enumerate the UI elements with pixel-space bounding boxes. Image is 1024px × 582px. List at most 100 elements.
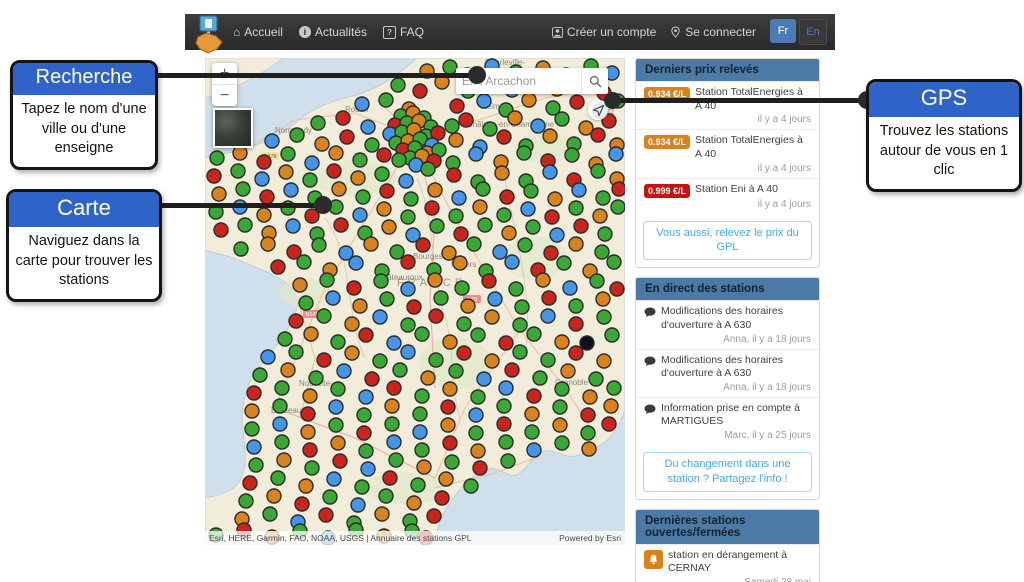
station-marker[interactable] [401,318,415,332]
station-marker[interactable] [415,443,429,457]
station-marker[interactable] [499,435,513,449]
station-marker[interactable] [501,454,515,468]
station-marker[interactable] [297,255,311,269]
station-marker[interactable] [327,472,341,486]
station-marker[interactable] [247,386,261,400]
station-marker[interactable] [413,84,427,98]
station-marker[interactable] [238,218,252,232]
station-marker[interactable] [459,113,473,127]
station-marker[interactable] [553,418,567,432]
station-marker[interactable] [271,471,285,485]
station-marker[interactable] [597,354,611,368]
station-marker[interactable] [561,364,575,378]
station-marker[interactable] [449,133,463,147]
station-marker[interactable] [524,184,538,198]
station-marker[interactable] [485,354,499,368]
station-marker[interactable] [375,507,389,521]
station-marker[interactable] [323,490,337,504]
station-marker[interactable] [210,151,224,165]
station-marker[interactable] [231,164,245,178]
station-marker[interactable] [382,220,396,234]
station-marker[interactable] [309,371,323,385]
station-marker[interactable] [379,93,393,107]
station-marker[interactable] [351,171,365,185]
station-marker[interactable] [303,173,317,187]
station-marker[interactable] [550,228,564,242]
station-marker[interactable] [373,310,387,324]
station-marker[interactable] [605,328,619,342]
station-marker[interactable] [265,134,279,148]
station-marker[interactable] [428,273,442,287]
station-marker[interactable] [416,238,430,252]
station-marker[interactable] [331,436,345,450]
station-marker[interactable] [607,255,621,269]
station-marker[interactable] [345,346,359,360]
station-marker[interactable] [286,219,300,233]
station-marker[interactable] [263,507,277,521]
station-marker[interactable] [359,390,373,404]
station-marker[interactable] [278,332,292,346]
station-marker[interactable] [387,435,401,449]
station-marker[interactable] [455,281,469,295]
station-marker[interactable] [267,489,281,503]
station-marker[interactable] [443,436,457,450]
station-marker[interactable] [454,227,468,241]
station-marker[interactable] [236,182,250,196]
station-marker[interactable] [570,95,584,109]
station-marker[interactable] [544,246,558,260]
station-marker[interactable] [273,417,287,431]
station-marker[interactable] [260,190,274,204]
station-marker[interactable] [340,130,354,144]
station-marker[interactable] [522,93,536,107]
station-marker[interactable] [317,353,331,367]
station-marker[interactable] [464,479,478,493]
station-marker[interactable] [488,292,502,306]
station-marker[interactable] [593,209,607,223]
station-marker[interactable] [391,78,405,92]
station-marker[interactable] [499,336,513,350]
station-marker[interactable] [214,223,228,237]
station-marker[interactable] [611,200,625,214]
station-marker[interactable] [497,417,511,431]
station-marker[interactable] [334,218,348,232]
station-marker[interactable] [453,256,467,270]
station-marker[interactable] [591,164,605,178]
station-marker[interactable] [305,461,319,475]
station-marker[interactable] [349,256,363,270]
station-marker[interactable] [429,309,443,323]
lang-en-button[interactable]: En [799,19,827,45]
station-marker[interactable] [392,153,406,167]
station-marker[interactable] [543,129,557,143]
station-marker[interactable] [279,165,293,179]
station-marker[interactable] [380,184,394,198]
station-marker[interactable] [525,425,539,439]
station-marker[interactable] [457,317,471,331]
station-marker[interactable] [332,182,346,196]
station-marker[interactable] [569,201,583,215]
station-marker[interactable] [329,146,343,160]
station-marker[interactable] [415,389,429,403]
station-marker[interactable] [281,363,295,377]
station-marker[interactable] [336,111,350,125]
station-marker[interactable] [311,116,325,130]
station-marker[interactable] [557,256,571,270]
station-marker[interactable] [591,128,605,142]
station-marker[interactable] [401,282,415,296]
station-marker[interactable] [245,404,259,418]
station-marker[interactable] [347,281,361,295]
station-marker[interactable] [574,219,588,233]
station-marker[interactable] [497,130,511,144]
station-marker[interactable] [598,227,612,241]
station-marker[interactable] [602,417,616,431]
station-marker[interactable] [509,282,523,296]
station-marker[interactable] [337,364,351,378]
station-marker[interactable] [331,382,345,396]
station-marker[interactable] [326,291,340,305]
station-marker[interactable] [583,390,597,404]
search-button[interactable] [581,68,608,94]
station-marker[interactable] [545,210,559,224]
station-marker[interactable] [407,496,421,510]
station-marker[interactable] [373,354,387,368]
station-marker[interactable] [428,183,442,197]
station-marker[interactable] [582,442,596,456]
